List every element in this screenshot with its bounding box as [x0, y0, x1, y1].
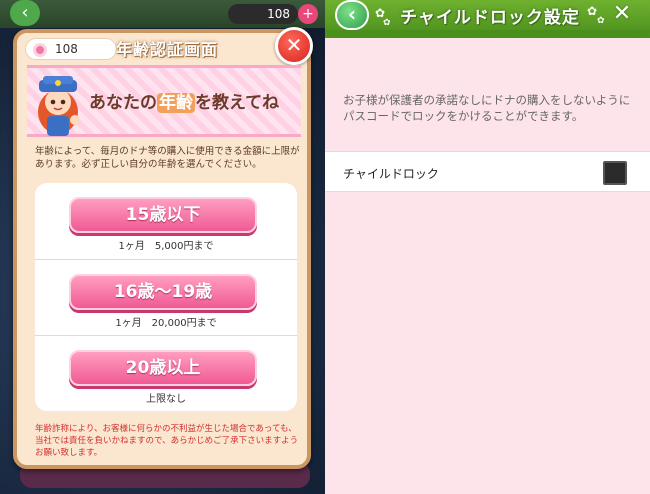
flower-icon: ✿ — [383, 18, 391, 28]
banner-highlight: 年齢 — [157, 93, 195, 113]
flower-icon: ✿ — [587, 4, 598, 18]
banner-heading: あなたの 年齢 を教えてね — [89, 93, 280, 113]
age-verification-screen: ‹ 108 + 108 年齢認証画面 ✕ あなたの 年齢 を教えてね 年齢によっ… — [0, 0, 325, 494]
header-title: チャイルドロック設定 — [400, 8, 580, 28]
info-text: お子様が保護者の承諾なしにドナの購入をしないようにパスコードでロックをかけること… — [343, 93, 631, 123]
grass-decoration — [325, 30, 650, 44]
description: 年齢によって、毎月のドナ等の購入に使用できる金額に上限があります。必ず正しい自分… — [35, 146, 300, 170]
background-coin-counter: 108 — [228, 4, 298, 24]
age-20-over-button[interactable]: 20歳以上 — [69, 350, 257, 386]
coin-count: 108 — [55, 42, 78, 56]
child-lock-row[interactable]: チャイルドロック — [325, 151, 650, 192]
age-option: 16歳〜19歳 1ヶ月 20,000円まで — [35, 259, 297, 335]
age-options-panel: 15歳以下 1ヶ月 5,000円まで 16歳〜19歳 1ヶ月 20,000円まで… — [35, 183, 297, 411]
age-20-over-limit: 上限なし — [146, 394, 186, 405]
age-16-19-button[interactable]: 16歳〜19歳 — [69, 274, 257, 310]
child-lock-label: チャイルドロック — [343, 167, 439, 181]
age-16-19-limit: 1ヶ月 20,000円まで — [115, 318, 217, 329]
banner: あなたの 年齢 を教えてね — [27, 65, 301, 137]
dialog-title: 年齢認証画面 — [115, 40, 218, 59]
age-option: 15歳以下 1ヶ月 5,000円まで — [35, 183, 297, 259]
mascot-icon — [38, 76, 80, 136]
background-add-icon: + — [298, 4, 318, 24]
close-icon[interactable]: ✕ — [611, 2, 633, 26]
background-back-icon: ‹ — [10, 0, 40, 26]
age-15-under-limit: 1ヶ月 5,000円まで — [118, 241, 214, 252]
close-button[interactable]: ✕ — [275, 27, 313, 65]
age-verification-dialog: 108 年齢認証画面 ✕ あなたの 年齢 を教えてね 年齢によって、毎月のドナ等の購… — [13, 27, 313, 469]
age-15-under-button[interactable]: 15歳以下 — [69, 197, 257, 233]
disclaimer-text: 年齢詐称により、お客様に何らかの不利益が生じた場合であっても、当社では責任を負い… — [35, 424, 299, 458]
donut-icon — [33, 43, 47, 57]
flower-icon: ✿ — [597, 16, 605, 26]
child-lock-checkbox[interactable] — [603, 161, 627, 185]
back-button[interactable]: ‹ — [335, 0, 369, 30]
age-option: 20歳以上 上限なし — [35, 335, 297, 411]
child-lock-settings-screen: ‹ ✿ ✿ ✿ ✿ チャイルドロック設定 ✕ お子様が保護者の承諾なしにドナの購… — [325, 0, 650, 494]
